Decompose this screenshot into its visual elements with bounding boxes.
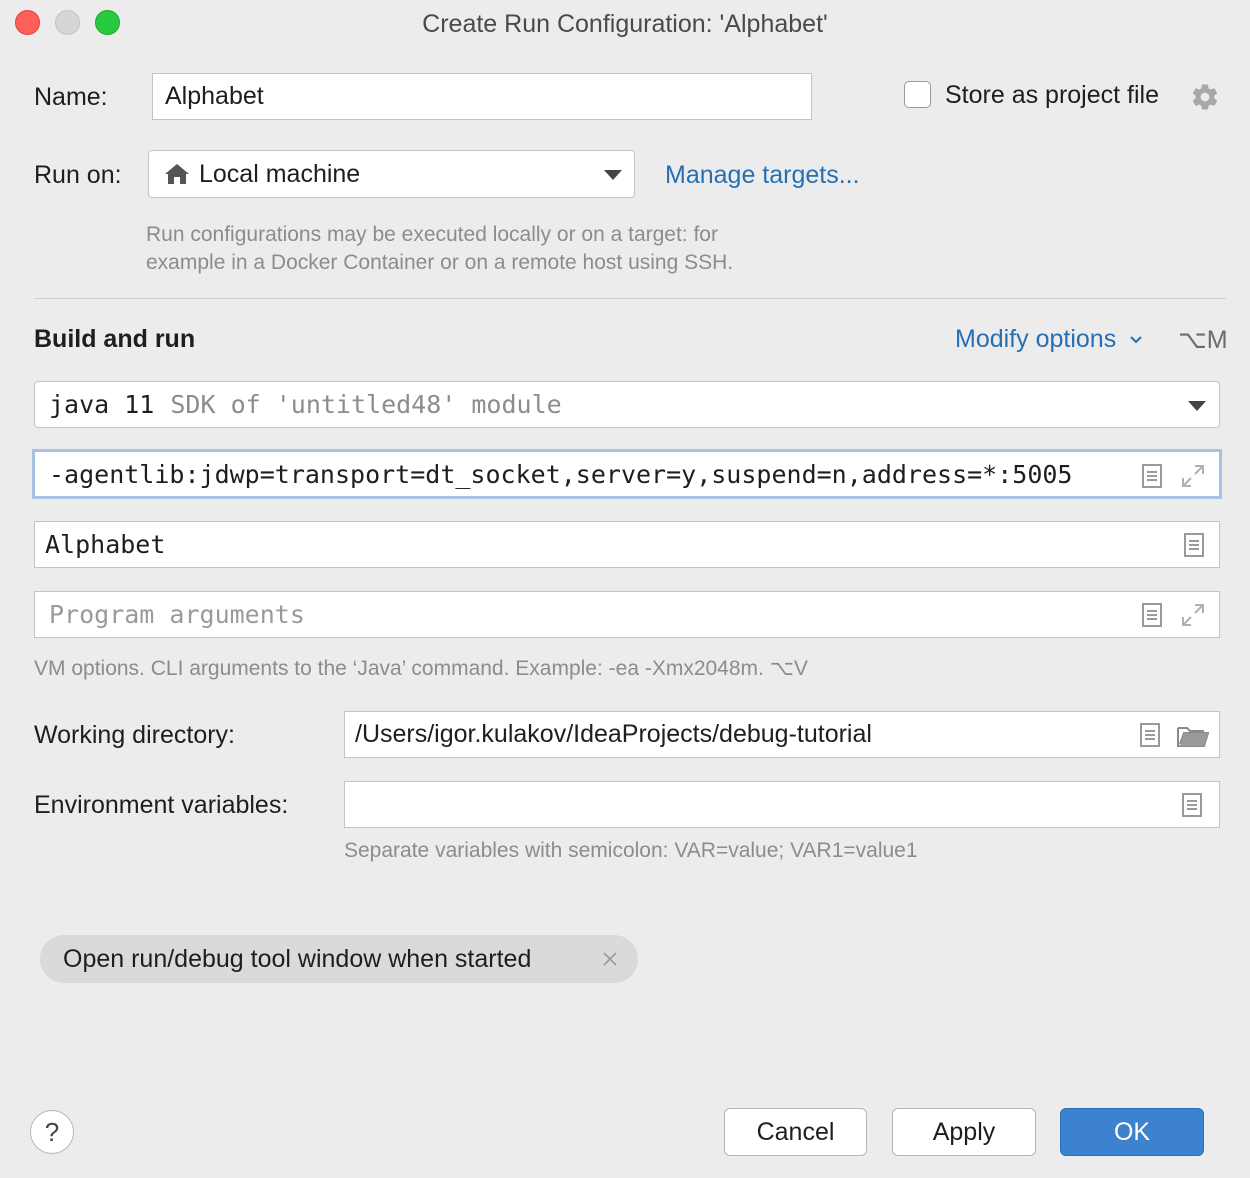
program-arguments-input[interactable]: Program arguments (34, 591, 1220, 638)
run-on-dropdown[interactable]: Local machine (148, 150, 635, 198)
window-title: Create Run Configuration: 'Alphabet' (422, 10, 828, 38)
vm-options-value: -agentlib:jdwp=transport=dt_socket,serve… (49, 459, 1073, 489)
maximize-icon[interactable] (1181, 464, 1205, 488)
modify-options-shortcut: ⌥M (1178, 326, 1228, 354)
folder-icon[interactable] (1177, 724, 1209, 748)
working-directory-input[interactable]: /Users/igor.kulakov/IdeaProjects/debug-t… (344, 711, 1220, 758)
ok-button[interactable]: OK (1060, 1108, 1204, 1156)
vm-options-hint: VM options. CLI arguments to the ‘Java’ … (34, 657, 808, 680)
apply-button[interactable]: Apply (892, 1108, 1036, 1156)
edit-environment-icon[interactable] (1182, 793, 1202, 817)
gear-icon[interactable] (1190, 82, 1220, 112)
store-as-project-file-label[interactable]: Store as project file (945, 81, 1159, 110)
run-on-value: Local machine (199, 159, 361, 188)
jre-version: java 11 (49, 390, 155, 419)
chevron-down-icon (604, 170, 622, 180)
store-as-project-file-checkbox[interactable] (904, 81, 931, 108)
name-input[interactable]: Alphabet (152, 73, 812, 120)
name-input-value: Alphabet (165, 82, 264, 110)
run-on-hint-line1: Run configurations may be executed local… (146, 223, 718, 246)
expand-text-icon[interactable] (1142, 603, 1162, 627)
modify-options-link[interactable]: Modify options (955, 325, 1143, 354)
chevron-down-icon (1130, 336, 1142, 344)
jre-dropdown[interactable]: java 11 SDK of 'untitled48' module (34, 381, 1220, 428)
open-tool-window-chip[interactable]: Open run/debug tool window when started (40, 935, 638, 983)
title-bar: Create Run Configuration: 'Alphabet' (0, 0, 1250, 48)
working-directory-value: /Users/igor.kulakov/IdeaProjects/debug-t… (355, 720, 872, 748)
run-on-label: Run on: (34, 161, 122, 189)
home-icon (165, 164, 189, 184)
run-on-hint-line2: example in a Docker Container or on a re… (146, 251, 734, 274)
main-class-input[interactable]: Alphabet (34, 521, 1220, 568)
modify-options-label: Modify options (955, 325, 1117, 353)
environment-variables-label: Environment variables: (34, 791, 289, 819)
environment-variables-input[interactable] (344, 781, 1220, 828)
chevron-down-icon (1188, 401, 1206, 411)
maximize-icon[interactable] (1181, 603, 1205, 627)
build-and-run-heading: Build and run (34, 325, 196, 353)
jre-hint: SDK of 'untitled48' module (170, 390, 562, 419)
browse-class-icon[interactable] (1184, 533, 1204, 557)
insert-macro-icon[interactable] (1140, 723, 1160, 747)
separator (34, 298, 1226, 299)
program-arguments-placeholder: Program arguments (49, 600, 305, 629)
name-label: Name: (34, 83, 108, 111)
vm-options-input[interactable]: -agentlib:jdwp=transport=dt_socket,serve… (32, 449, 1222, 499)
jre-value: java 11 SDK of 'untitled48' module (49, 382, 562, 427)
main-class-value: Alphabet (45, 530, 166, 559)
manage-targets-link[interactable]: Manage targets... (665, 161, 860, 190)
environment-variables-hint: Separate variables with semicolon: VAR=v… (344, 839, 918, 862)
help-button[interactable]: ? (30, 1110, 74, 1154)
close-icon[interactable] (602, 951, 618, 967)
open-tool-window-chip-label: Open run/debug tool window when started (63, 944, 532, 973)
working-directory-label: Working directory: (34, 721, 235, 749)
cancel-button[interactable]: Cancel (724, 1108, 867, 1156)
expand-text-icon[interactable] (1142, 464, 1162, 488)
